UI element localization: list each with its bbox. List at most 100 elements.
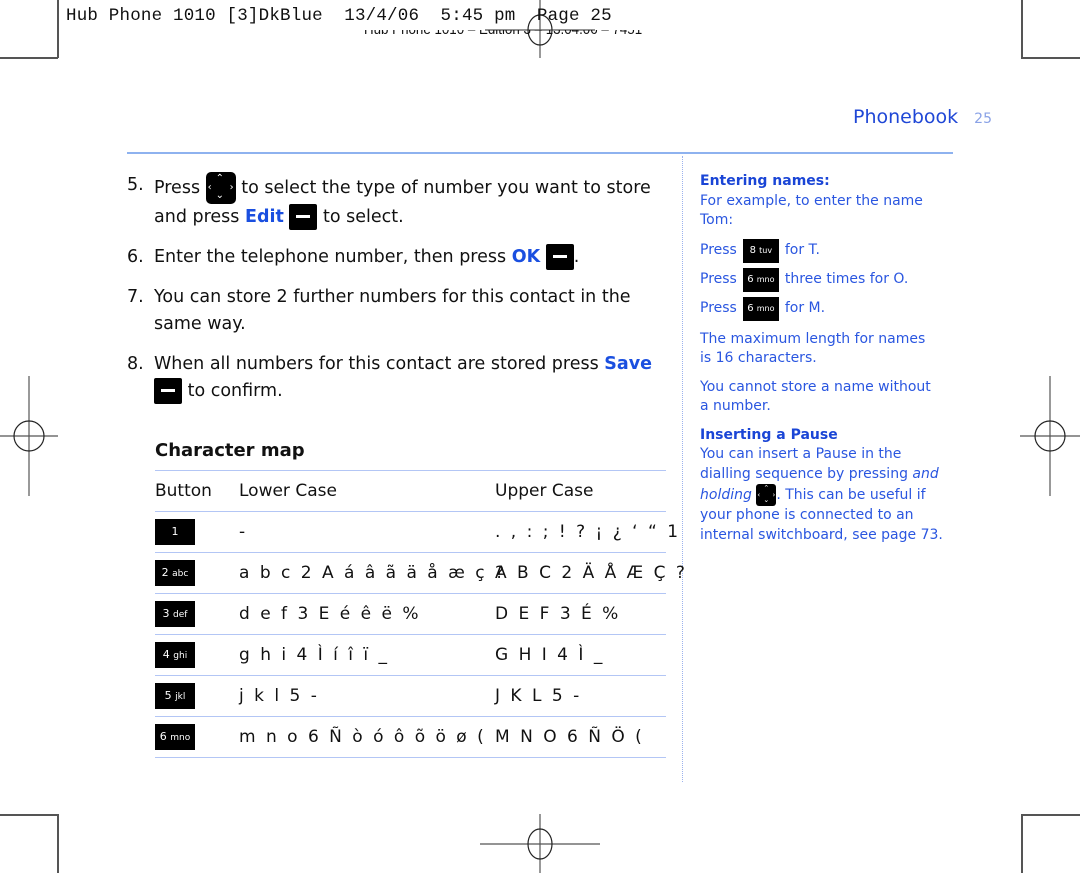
crop-mark-bottom-left-v — [57, 814, 59, 873]
column-header-upper-case: Upper Case — [495, 481, 594, 501]
lower-case-cell: m n o 6 Ñ ò ó ô õ ö ø ( — [239, 727, 487, 747]
crop-mark-top-left-h — [0, 57, 58, 59]
steps-list: 5. Press ⌃ ‹ › ⌄ to select the type of n… — [127, 172, 667, 418]
step-text-part: . — [573, 247, 580, 267]
softkey-icon — [154, 378, 182, 404]
key-number: 5 — [164, 689, 172, 702]
key-letters: mno — [756, 303, 775, 313]
upper-case-cell: G H I 4 Ì _ — [495, 645, 605, 665]
press-line: Press 8 tuv for T. — [700, 238, 950, 263]
step-text: You can store 2 further numbers for this… — [154, 287, 631, 334]
key-4-icon: 4 ghi — [155, 642, 195, 668]
lower-case-cell: g h i 4 Ì í î ï _ — [239, 645, 390, 665]
step-7: 7. You can store 2 further numbers for t… — [127, 284, 667, 338]
page-number: 25 — [974, 111, 992, 127]
column-divider — [682, 156, 683, 782]
press-line: Press 6 mno three times for O. — [700, 267, 950, 292]
key-number: 4 — [162, 648, 170, 661]
character-map-title: Character map — [155, 440, 305, 461]
no-number-note: You cannot store a name without a number… — [700, 378, 931, 415]
key-letters: mno — [756, 274, 775, 284]
step-text-part: to confirm. — [187, 381, 283, 401]
step-6: 6. Enter the telephone number, then pres… — [127, 244, 667, 271]
key-number: 6 — [747, 273, 754, 285]
button-cell: 5 jkl — [155, 683, 239, 709]
crop-mark-bottom-right-v — [1021, 814, 1023, 873]
header-rule — [127, 152, 953, 154]
button-cell: 4 ghi — [155, 642, 239, 668]
slug-line: Hub Phone 1010 [3]DkBlue 13/4/06 5:45 pm… — [66, 6, 612, 26]
button-cell: 6 mno — [155, 724, 239, 750]
button-cell: 1 — [155, 519, 239, 545]
table-row: 3 def d e f 3 E é ê ë % D E F 3 É % — [155, 593, 666, 634]
key-letters: abc — [172, 569, 189, 579]
key-5-icon: 5 jkl — [155, 683, 195, 709]
key-number: 2 — [161, 566, 169, 579]
nav-key-icon: ⌃ ‹ › ⌄ — [205, 172, 236, 204]
lower-case-cell: a b c 2 A á â ã ä å æ ç ? — [239, 563, 507, 583]
step-number: 5. — [127, 175, 144, 195]
step-8: 8. When all numbers for this contact are… — [127, 351, 667, 405]
crop-mark-top-right-h — [1021, 57, 1080, 59]
upper-case-cell: D E F 3 É % — [495, 604, 621, 624]
pause-text: You can insert a Pause in the dialling s… — [700, 446, 908, 482]
table-row: 4 ghi g h i 4 Ì í î ï _ G H I 4 Ì _ — [155, 634, 666, 675]
step-text-part: When all numbers for this contact are st… — [154, 354, 599, 374]
key-number: 6 — [159, 730, 167, 743]
entering-names-note: Entering names: For example, to enter th… — [700, 172, 950, 231]
table-header-row: Button Lower Case Upper Case — [155, 470, 666, 511]
entering-names-title: Entering names: — [700, 173, 830, 189]
press-label: Press — [700, 270, 737, 287]
key-1-icon: 1 — [155, 519, 195, 545]
key-letters: def — [173, 610, 188, 620]
table-row: 1 - . , : ; ! ? ¡ ¿ ‘ “ 1 — [155, 511, 678, 552]
key-letters: jkl — [175, 692, 186, 702]
crop-mark-bottom-right-h — [1021, 814, 1080, 816]
column-header-lower-case: Lower Case — [239, 481, 337, 501]
step-text: When all numbers for this contact are st… — [154, 351, 667, 405]
step-number: 8. — [127, 354, 144, 374]
sidebar-notes: Entering names: For example, to enter th… — [700, 172, 950, 554]
step-text-part: Press — [154, 178, 201, 198]
press-label: Press — [700, 241, 737, 258]
step-5: 5. Press ⌃ ‹ › ⌄ to select the type of n… — [127, 172, 667, 231]
key-number: 3 — [162, 607, 170, 620]
button-cell: 3 def — [155, 601, 239, 627]
ok-keyword: OK — [511, 247, 541, 267]
edit-keyword: Edit — [245, 207, 284, 227]
key-8-icon: 8 tuv — [742, 238, 779, 263]
key-number: 6 — [747, 302, 754, 314]
key-3-icon: 3 def — [155, 601, 195, 627]
step-text-part: to select. — [323, 207, 404, 227]
max-length-note: The maximum length for names is 16 chara… — [700, 330, 926, 367]
press-text: three times for O. — [784, 270, 909, 287]
table-row: 6 mno m n o 6 Ñ ò ó ô õ ö ø ( M N O 6 Ñ … — [155, 716, 666, 758]
key-6-icon: 6 mno — [742, 296, 779, 321]
step-number: 7. — [127, 287, 144, 307]
key-number: 1 — [171, 525, 179, 538]
upper-case-cell: A B C 2 Ä Å Æ Ç ? — [495, 563, 688, 583]
key-6-icon: 6 mno — [155, 724, 195, 750]
softkey-icon — [289, 204, 318, 230]
registration-mark-right-icon — [1020, 376, 1080, 496]
table-row: 5 jkl j k l 5 - J K L 5 - — [155, 675, 666, 716]
press-text: for M. — [784, 299, 826, 316]
nav-key-icon: ⌃ ‹ › ⌄ — [756, 484, 777, 506]
crop-mark-bottom-left-h — [0, 814, 58, 816]
step-text-part: Enter the telephone number, then press — [154, 247, 507, 267]
lower-case-cell: d e f 3 E é ê ë % — [239, 604, 422, 624]
key-2-icon: 2 abc — [155, 560, 195, 586]
registration-mark-left-icon — [0, 376, 58, 496]
crop-mark-top-left-v — [57, 0, 59, 58]
registration-mark-bottom-icon — [480, 814, 600, 873]
key-number: 8 — [749, 244, 756, 256]
button-cell: 2 abc — [155, 560, 239, 586]
entering-names-intro: For example, to enter the name Tom: — [700, 192, 923, 229]
running-head: Phonebook 25 — [853, 106, 992, 128]
press-line: Press 6 mno for M. — [700, 296, 950, 321]
lower-case-cell: j k l 5 - — [239, 686, 320, 706]
press-text: for T. — [784, 241, 820, 258]
step-text: Press ⌃ ‹ › ⌄ to select the type of numb… — [154, 172, 667, 231]
key-6-icon: 6 mno — [742, 267, 779, 292]
upper-case-cell: M N O 6 Ñ Ö ( — [495, 727, 645, 747]
